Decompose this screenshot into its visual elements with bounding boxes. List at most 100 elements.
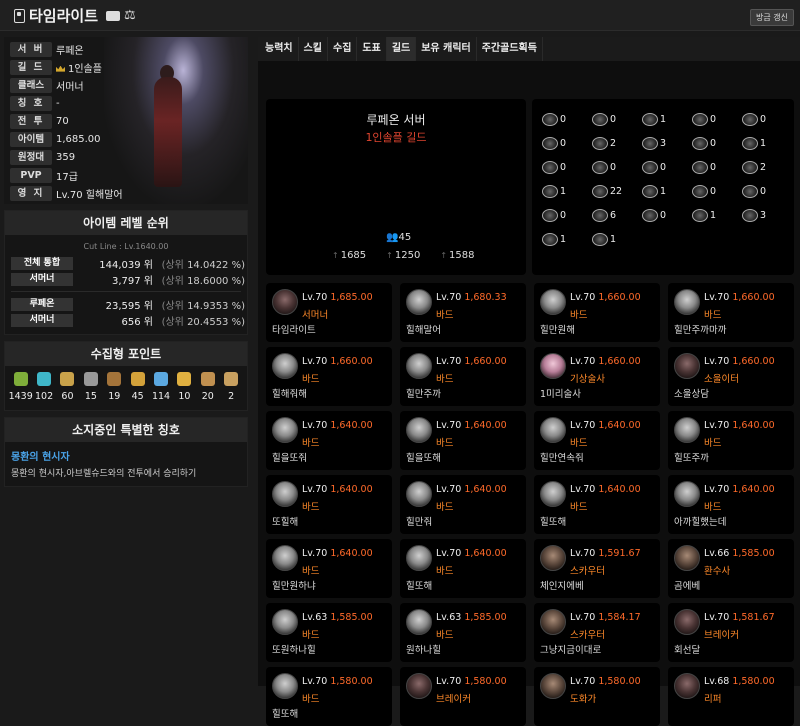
character-image [104,37,248,204]
member-card[interactable]: Lv.70 1,640.00 바드 아까힐했는데 [668,475,794,534]
tab-0[interactable]: 능력치 [260,37,299,61]
class-count[interactable]: 6 [592,209,642,222]
class-count[interactable]: 0 [742,113,792,126]
member-card[interactable]: Lv.70 1,640.00 바드 힐만연속줘 [534,411,660,470]
member-card[interactable]: Lv.66 1,585.00 환수사 곰에베 [668,539,794,598]
class-count[interactable]: 2 [592,137,642,150]
member-card[interactable]: Lv.70 1,640.00 바드 힐또해 [400,539,526,598]
tab-2[interactable]: 수집 [328,37,358,61]
member-name: 힐해말어 [406,325,441,336]
class-count[interactable]: 0 [542,137,592,150]
class-count[interactable]: 22 [592,185,642,198]
class-count[interactable]: 0 [642,209,692,222]
member-card[interactable]: Lv.70 1,640.00 바드 힐또주까 [668,411,794,470]
collection-item[interactable]: 20 [197,372,219,402]
class-emblem-icon [742,209,758,222]
collection-item[interactable]: 1439 [9,372,33,402]
class-count[interactable]: 1 [692,209,742,222]
member-card[interactable]: Lv.70 1,640.00 바드 힐또해 [534,475,660,534]
member-card[interactable]: Lv.70 1,660.00 바드 힐만주까마까 [668,283,794,342]
class-count[interactable]: 0 [692,185,742,198]
member-item-level: 1,660.00 [598,356,641,367]
profile-rows: 서 버 루페온 길 드 1인솔플 클래스 서머너 칭 호-전 투 70 아이템 1,685.00 원… [10,40,123,203]
special-title-name: 몽환의 현시자 [11,452,70,463]
class-count[interactable]: 0 [692,137,742,150]
scale-icon[interactable]: ⚖ [124,8,136,23]
member-name: 곰에베 [674,581,701,592]
collection-item[interactable]: 2 [220,372,242,402]
member-card[interactable]: Lv.70 1,660.00 기상술사 1미리술사 [534,347,660,406]
class-count[interactable]: 1 [542,185,592,198]
member-lv: Lv.70 [436,356,462,367]
member-level: Lv.70 1,660.00 [570,356,641,367]
member-card[interactable]: Lv.70 1,660.00 소울이터 소울상담 [668,347,794,406]
tab-5[interactable]: 보유 캐릭터 [416,37,477,61]
collection-item[interactable]: 102 [33,372,55,402]
refresh-button[interactable]: 방금 갱신 [750,9,794,26]
collection-item[interactable]: 114 [150,372,172,402]
member-card[interactable]: Lv.70 1,580.00 도화가 [534,667,660,726]
bookmark-icon[interactable] [14,8,25,23]
member-card[interactable]: Lv.68 1,580.00 리퍼 [668,667,794,726]
member-card[interactable]: Lv.70 1,580.00 브레이커 [400,667,526,726]
member-card[interactable]: Lv.70 1,640.00 바드 힐을또해 [400,411,526,470]
class-emblem-icon [592,161,608,174]
member-card[interactable]: Lv.70 1,680.33 바드 힐해말어 [400,283,526,342]
class-count[interactable]: 1 [742,137,792,150]
member-level: Lv.70 1,640.00 [704,484,775,495]
class-count[interactable]: 0 [642,161,692,174]
class-count[interactable]: 0 [742,185,792,198]
member-card[interactable]: Lv.70 1,640.00 바드 또힐해 [266,475,392,534]
class-count[interactable]: 0 [692,161,742,174]
class-count[interactable]: 0 [542,113,592,126]
member-level: Lv.70 1,640.00 [436,420,507,431]
member-level: Lv.70 1,660.00 [302,356,373,367]
member-card[interactable]: Lv.70 1,685.00 서머너 타임라이트 [266,283,392,342]
member-card[interactable]: Lv.70 1,640.00 바드 힐을또줘 [266,411,392,470]
tab-4[interactable]: 길드 [386,37,417,61]
class-count[interactable]: 1 [592,233,642,246]
profile-value: Lv.70 힐해말어 [56,186,123,201]
member-card[interactable]: Lv.70 1,580.00 바드 힐또해 [266,667,392,726]
collection-item[interactable]: 10 [173,372,195,402]
member-name: 아까힐했는데 [674,517,727,528]
collection-item[interactable]: 60 [56,372,78,402]
tab-6[interactable]: 주간골드획득 [477,37,543,61]
rank-value: 23,595 위 [105,300,153,312]
member-card[interactable]: Lv.70 1,640.00 바드 힐만원하냐 [266,539,392,598]
tab-3[interactable]: 도표 [357,37,387,61]
collection-item[interactable]: 45 [127,372,149,402]
member-level: Lv.70 1,660.00 [704,292,775,303]
member-card[interactable]: Lv.63 1,585.00 바드 또원하나힐 [266,603,392,662]
member-item-level: 1,640.00 [330,484,373,495]
class-count[interactable]: 1 [642,113,692,126]
class-count[interactable]: 3 [742,209,792,222]
class-count[interactable]: 2 [742,161,792,174]
class-count[interactable]: 0 [592,161,642,174]
member-card[interactable]: Lv.70 1,591.67 스카우터 체인지에베 [534,539,660,598]
member-item-level: 1,640.00 [732,420,775,431]
tab-1[interactable]: 스킬 [299,37,329,61]
member-card[interactable]: Lv.70 1,660.00 바드 힐해줘해 [266,347,392,406]
class-count[interactable]: 3 [642,137,692,150]
member-card[interactable]: Lv.70 1,640.00 바드 힐만줘 [400,475,526,534]
class-count[interactable]: 1 [642,185,692,198]
member-card[interactable]: Lv.70 1,660.00 바드 힐만원해 [534,283,660,342]
collection-item[interactable]: 15 [80,372,102,402]
class-count[interactable]: 0 [542,209,592,222]
member-lv: Lv.70 [570,548,596,559]
member-card[interactable]: Lv.63 1,585.00 바드 원하나힐 [400,603,526,662]
class-count[interactable]: 0 [592,113,642,126]
class-count[interactable]: 1 [542,233,592,246]
member-card[interactable]: Lv.70 1,584.17 스카우터 그냥지금이대로 [534,603,660,662]
collection-item[interactable]: 19 [103,372,125,402]
member-level: Lv.63 1,585.00 [302,612,373,623]
member-lv: Lv.70 [570,292,596,303]
member-card[interactable]: Lv.70 1,581.67 브레이커 회선달 [668,603,794,662]
id-card-icon[interactable] [106,10,121,21]
class-count[interactable]: 0 [692,113,742,126]
member-class: 환수사 [704,566,731,577]
class-count[interactable]: 0 [542,161,592,174]
profile-row: 영 지 Lv.70 힐해말어 [10,185,123,203]
member-card[interactable]: Lv.70 1,660.00 바드 힐만주까 [400,347,526,406]
